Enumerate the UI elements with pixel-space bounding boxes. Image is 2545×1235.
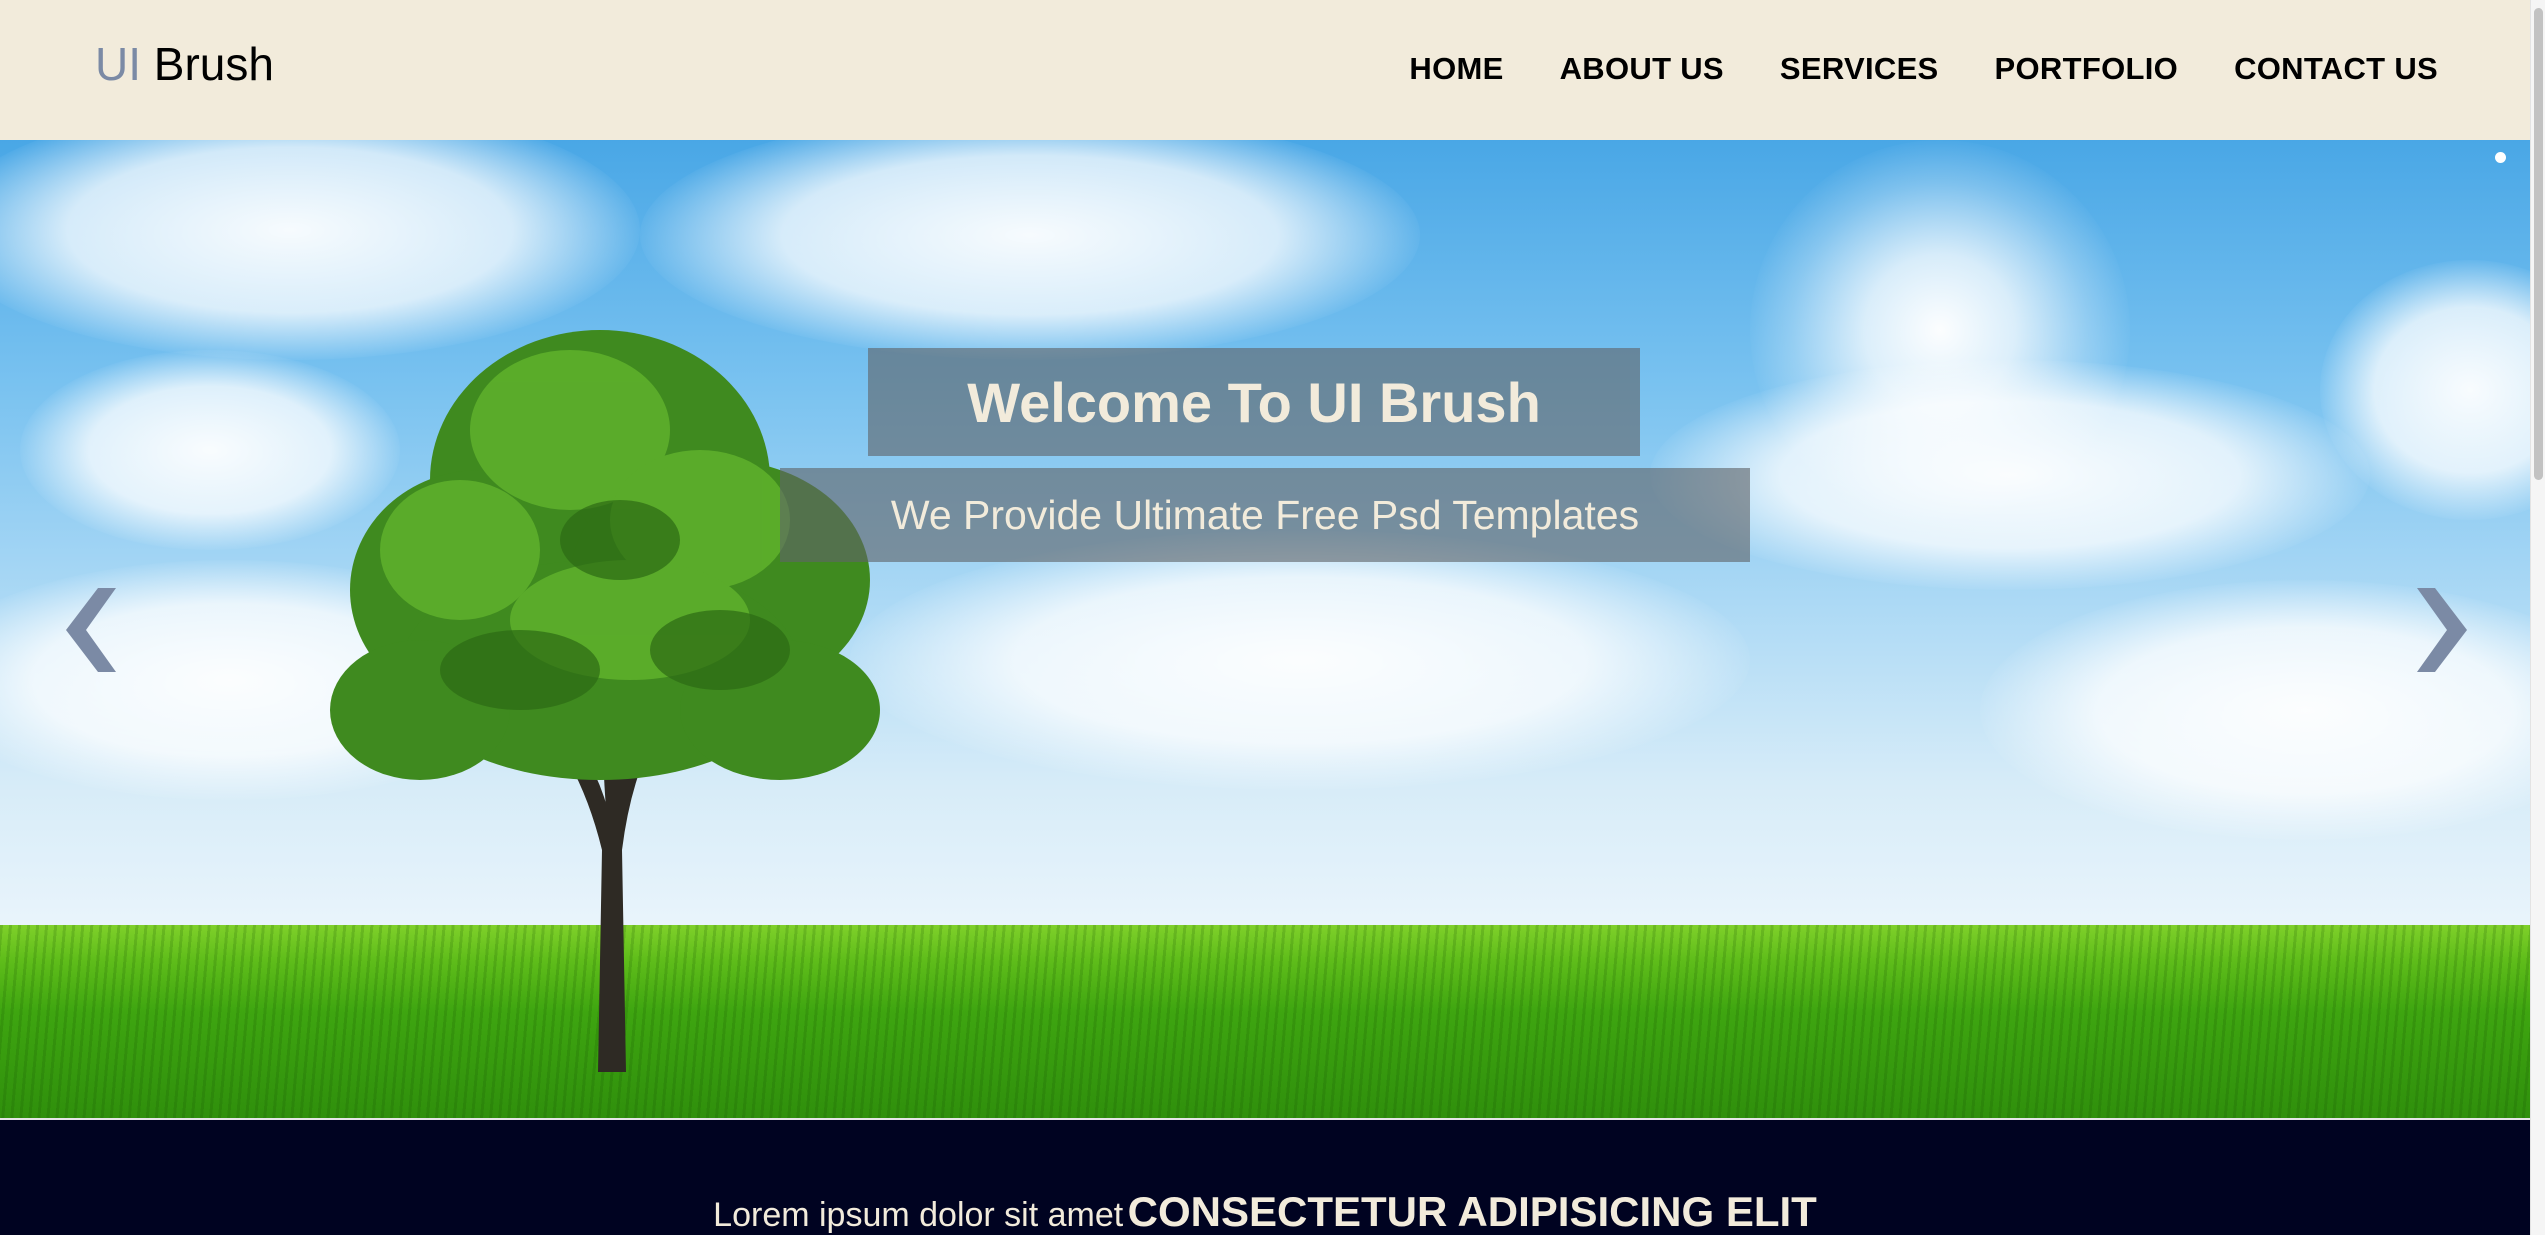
logo-accent-text: UI: [95, 38, 141, 90]
nav-contact-us[interactable]: CONTACT US: [2234, 50, 2438, 88]
tagline-band: Lorem ipsum dolor sit amet CONSECTETUR A…: [0, 1120, 2530, 1235]
main-nav: HOME ABOUT US SERVICES PORTFOLIO CONTACT…: [1409, 50, 2438, 88]
site-header: UI Brush HOME ABOUT US SERVICES PORTFOLI…: [0, 0, 2530, 140]
chevron-left-icon[interactable]: [58, 580, 128, 680]
tagline-highlight: CONSECTETUR ADIPISICING ELIT: [1127, 1188, 1817, 1235]
nav-home[interactable]: HOME: [1409, 50, 1503, 88]
tree-illustration: [330, 330, 880, 1072]
cloud: [850, 530, 1750, 790]
hero-title: Welcome To UI Brush: [868, 348, 1640, 456]
nav-services[interactable]: SERVICES: [1780, 50, 1939, 88]
slide-indicator-dot[interactable]: [2495, 152, 2506, 163]
scrollbar-thumb[interactable]: [2534, 8, 2543, 480]
hero-slider: Welcome To UI Brush We Provide Ultimate …: [0, 140, 2530, 1120]
page: UI Brush HOME ABOUT US SERVICES PORTFOLI…: [0, 0, 2545, 1235]
logo-text: Brush: [153, 38, 274, 90]
tagline-plain: Lorem ipsum dolor sit amet: [713, 1196, 1124, 1234]
nav-about-us[interactable]: ABOUT US: [1560, 50, 1724, 88]
vertical-scrollbar[interactable]: [2530, 0, 2545, 1235]
hero-subtitle: We Provide Ultimate Free Psd Templates: [780, 468, 1750, 562]
site-logo[interactable]: UI Brush: [95, 38, 274, 90]
chevron-right-icon[interactable]: [2405, 580, 2475, 680]
nav-portfolio[interactable]: PORTFOLIO: [1995, 50, 2179, 88]
tagline: Lorem ipsum dolor sit amet CONSECTETUR A…: [0, 1188, 2530, 1235]
cloud: [1650, 360, 2370, 590]
